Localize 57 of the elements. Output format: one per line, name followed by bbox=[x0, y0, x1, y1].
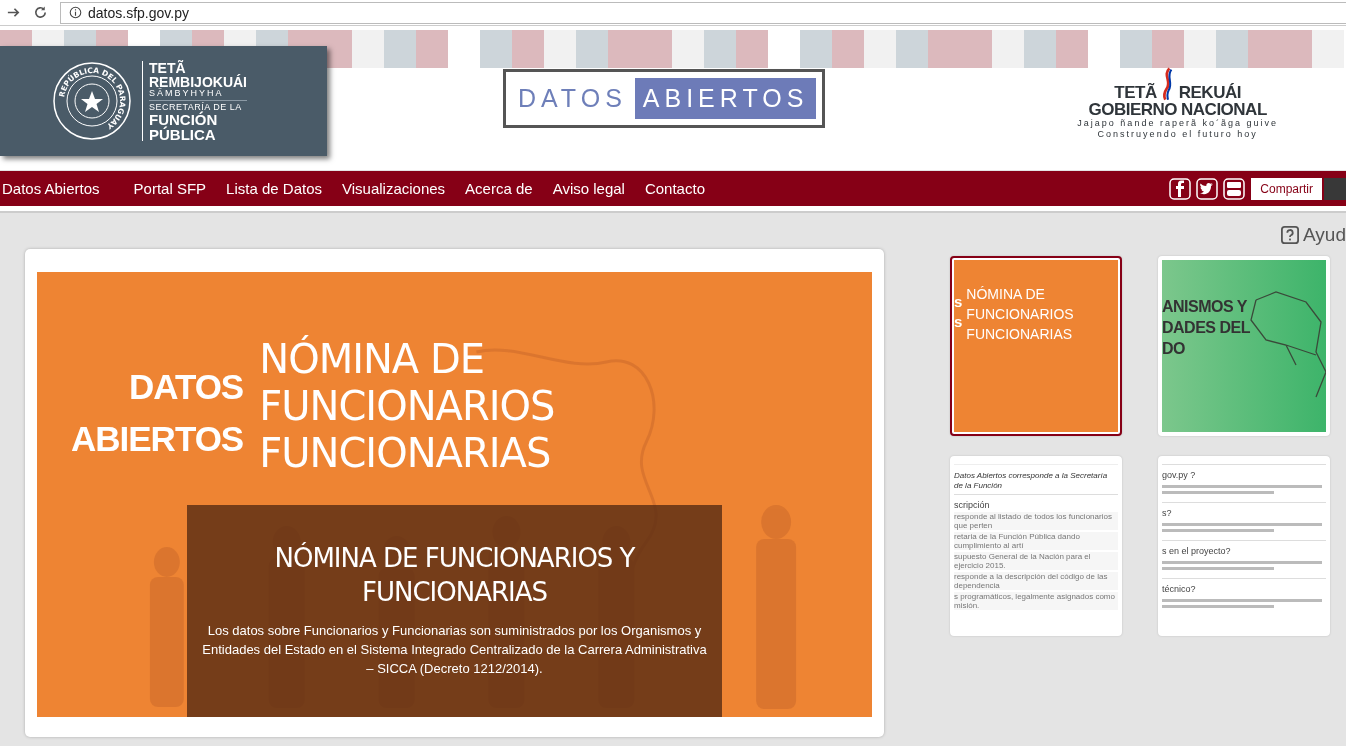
banner-title: FUNCIONARIOS bbox=[259, 383, 555, 430]
doc-text: supuesto General de la Nación para el ejercicio 2015. bbox=[954, 552, 1118, 570]
caption-title: NÓMINA DE FUNCIONARIOS Y FUNCIONARIAS bbox=[273, 541, 636, 609]
logo-text: NACIONAL bbox=[1181, 101, 1267, 118]
reload-icon[interactable] bbox=[33, 5, 48, 20]
address-bar[interactable]: datos.sfp.gov.py bbox=[60, 1, 1346, 24]
help-icon bbox=[1281, 226, 1300, 244]
flag-ribbon-icon bbox=[1160, 66, 1175, 101]
logo-text: GOBIERNO bbox=[1088, 101, 1178, 118]
thumbnail-title: DADES DEL bbox=[1162, 318, 1251, 338]
thumbnail[interactable]: gov.py ? s? s en el proyecto? técnico? bbox=[1158, 456, 1330, 636]
nav-link[interactable]: Visualizaciones bbox=[342, 180, 446, 197]
logo-text: DATOS bbox=[517, 84, 628, 113]
brand-text: s bbox=[954, 292, 963, 312]
share-button[interactable]: Compartir bbox=[1251, 177, 1322, 200]
logo-text: SÃMBYHYHA bbox=[149, 88, 247, 101]
thumbnail[interactable]: ANISMOS Y DADES DEL DO bbox=[1158, 256, 1330, 436]
logo-text: REMBIJOKUÁI bbox=[149, 74, 247, 89]
facebook-icon[interactable] bbox=[1169, 177, 1192, 200]
thumbnail-title: DO bbox=[1162, 339, 1186, 359]
banner-title: FUNCIONARIAS bbox=[259, 430, 552, 477]
doc-heading: técnico? bbox=[1162, 578, 1326, 596]
nav-link[interactable]: Lista de Datos bbox=[226, 180, 322, 197]
doc-text: Datos Abiertos corresponde a la Secretaría de la Función bbox=[954, 464, 1118, 494]
youtube-icon[interactable] bbox=[1223, 177, 1246, 200]
banner-title: NÓMINA DE bbox=[259, 336, 485, 383]
caption-text: Los datos sobre Funcionarios y Funcionarias son suministrados por los Organismos y Entidades del Estado en el Sistema Integrado Centralizado de la Carrera Administrativa – SICCA (Decreto 1212/2014). bbox=[201, 622, 708, 678]
doc-text: s programáticos, legalmente asignados como misión. bbox=[954, 592, 1118, 610]
thumbnail-title: FUNCIONARIAS bbox=[966, 325, 1074, 344]
logo-tagline: Jajapo ñande raperã ko´ãga guive bbox=[1077, 118, 1278, 129]
url-text: datos.sfp.gov.py bbox=[88, 4, 189, 21]
doc-heading: gov.py ? bbox=[1162, 464, 1326, 482]
logo-text: PÚBLICA bbox=[149, 126, 217, 142]
doc-heading: s en el proyecto? bbox=[1162, 540, 1326, 558]
brand-text: s bbox=[954, 312, 963, 332]
thumbnail-title: FUNCIONARIOS bbox=[966, 305, 1074, 324]
logo-text: TETÃ bbox=[149, 60, 186, 75]
nav-link[interactable]: Contacto bbox=[644, 180, 705, 197]
nav-link[interactable]: Datos Abiertos bbox=[2, 180, 100, 197]
logo-text: TETÃ bbox=[1114, 84, 1157, 101]
thumbnail-title: NÓMINA DE bbox=[966, 285, 1046, 304]
thumbnail[interactable] bbox=[950, 456, 1122, 636]
brand-text: ABIERTOS bbox=[71, 417, 244, 460]
brand-text: DATOS bbox=[127, 365, 244, 408]
logo-text: ABIERTOS bbox=[634, 78, 817, 119]
nav-link[interactable]: Aviso legal bbox=[552, 180, 625, 197]
doc-heading: s? bbox=[1162, 502, 1326, 520]
logo-text: SECRETARÍA DE LA bbox=[149, 102, 243, 112]
info-icon[interactable] bbox=[69, 6, 82, 19]
logo-text: REKUÁI bbox=[1178, 84, 1241, 101]
logo-text: FUNCIÓN bbox=[149, 111, 219, 127]
logo-tagline: Construyendo el futuro hoy bbox=[1097, 129, 1258, 140]
help-link[interactable]: Ayud bbox=[1281, 224, 1346, 246]
twitter-icon[interactable] bbox=[1196, 177, 1219, 200]
thumbnail-title: ANISMOS Y bbox=[1162, 297, 1248, 317]
nav-link[interactable]: Acerca de bbox=[465, 180, 533, 197]
nav-link[interactable]: Portal SFP bbox=[133, 180, 207, 197]
